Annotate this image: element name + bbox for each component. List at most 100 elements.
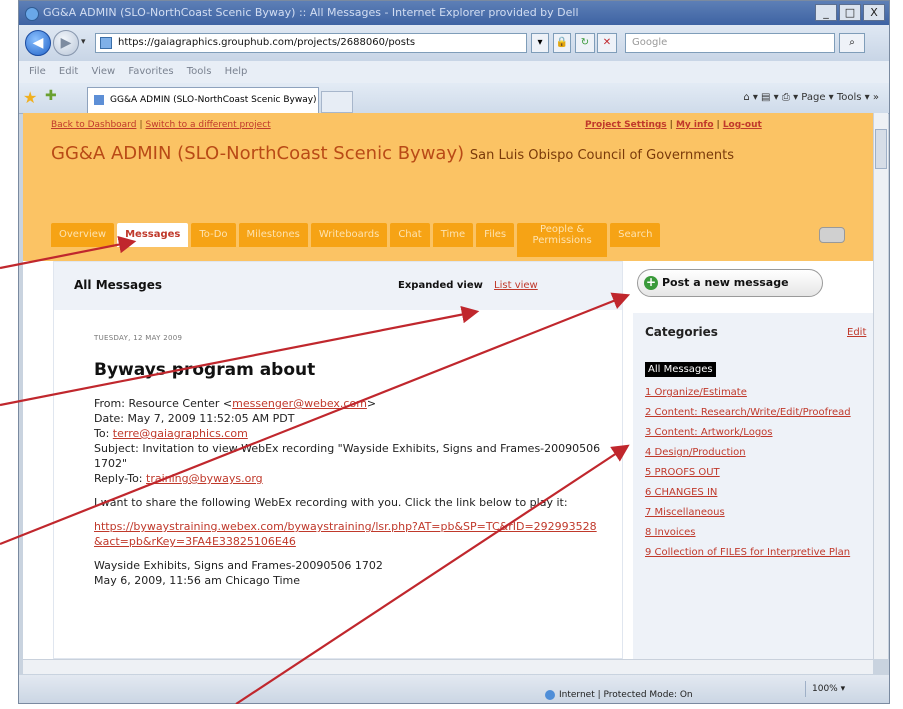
my-info-link[interactable]: My info (676, 120, 714, 130)
minimize-button[interactable]: _ (815, 4, 837, 21)
close-button[interactable]: X (863, 4, 885, 21)
reply-email-link[interactable]: training@byways.org (146, 472, 263, 485)
tab-writeboards[interactable]: Writeboards (310, 223, 388, 247)
tab-search[interactable]: Search (610, 223, 661, 247)
category-item[interactable]: 2 Content: Research/Write/Edit/Proofread (645, 406, 867, 419)
list-view-link[interactable]: List view (494, 280, 538, 291)
title-bar: GG&A ADMIN (SLO-NorthCoast Scenic Byway)… (19, 1, 889, 25)
maximize-button[interactable]: □ (839, 4, 861, 21)
forward-button[interactable]: ▶ (53, 30, 79, 56)
menu-favorites[interactable]: Favorites (128, 66, 173, 77)
plus-icon: + (644, 275, 658, 290)
favorites-star-icon[interactable]: ★ (23, 88, 37, 107)
menu-tools[interactable]: Tools (187, 66, 212, 77)
category-item[interactable]: 1 Organize/Estimate (645, 386, 867, 399)
page-title: All Messages (74, 278, 163, 292)
to-line: To: terre@gaiagraphics.com (94, 426, 604, 441)
search-input[interactable]: Google (625, 33, 835, 53)
category-item[interactable]: 7 Miscellaneous (645, 506, 867, 519)
security-zone-label: Internet | Protected Mode: On (559, 690, 693, 700)
window-title: GG&A ADMIN (SLO-NorthCoast Scenic Byway)… (43, 6, 579, 19)
tab-milestones[interactable]: Milestones (238, 223, 308, 247)
project-header: Back to Dashboard | Switch to a different … (23, 113, 873, 261)
from-line: From: Resource Center <messenger@webex.c… (94, 396, 604, 411)
category-item[interactable]: 8 Invoices (645, 526, 867, 539)
project-settings-link[interactable]: Project Settings (585, 120, 667, 130)
favorites-bar: ★ ✚ GG&A ADMIN (SLO-NorthCoast Scenic By… (19, 83, 889, 114)
address-dropdown-icon[interactable]: ▾ (531, 33, 549, 53)
back-button[interactable]: ◀ (25, 30, 51, 56)
tab-time[interactable]: Time (432, 223, 474, 247)
zoom-control[interactable]: 100% ▾ (805, 681, 845, 697)
message-date: TUESDAY, 12 MAY 2009 (94, 334, 183, 342)
menu-file[interactable]: File (29, 66, 46, 77)
printer-icon[interactable] (819, 227, 845, 243)
vertical-scrollbar[interactable] (873, 113, 888, 659)
search-placeholder: Google (632, 37, 668, 48)
back-to-dashboard-link[interactable]: Back to Dashboard (51, 120, 136, 130)
page-icon (100, 37, 112, 49)
category-item[interactable]: 4 Design/Production (645, 446, 867, 459)
top-links-right: Project Settings | My info | Log-out (585, 120, 762, 130)
category-item[interactable]: 5 PROOFS OUT (645, 466, 867, 479)
message-body: From: Resource Center <messenger@webex.c… (94, 396, 604, 588)
date-line: Date: May 7, 2009 11:52:05 AM PDT (94, 412, 295, 425)
categories-heading: Categories (645, 325, 718, 339)
feeds-icon[interactable]: ▤ ▾ (761, 92, 779, 103)
category-item[interactable]: 6 CHANGES IN (645, 486, 867, 499)
tab-todo[interactable]: To-Do (191, 223, 236, 247)
recording-time: May 6, 2009, 11:56 am Chicago Time (94, 574, 300, 587)
top-links-left: Back to Dashboard | Switch to a different … (51, 120, 271, 130)
address-bar[interactable]: https://gaiagraphics.grouphub.com/projec… (95, 33, 527, 53)
home-icon[interactable]: ⌂ ▾ (743, 92, 758, 103)
tab-chat[interactable]: Chat (390, 223, 430, 247)
history-dropdown-icon[interactable]: ▾ (81, 37, 86, 47)
from-email-link[interactable]: messenger@webex.com (232, 397, 367, 410)
logout-link[interactable]: Log-out (723, 120, 762, 130)
search-icon[interactable]: ⌕ (839, 33, 865, 53)
menu-help[interactable]: Help (225, 66, 248, 77)
project-title: GG&A ADMIN (SLO-NorthCoast Scenic Byway)… (51, 141, 851, 169)
print-icon[interactable]: ⎙ ▾ (782, 92, 798, 103)
category-item[interactable]: 3 Content: Artwork/Logos (645, 426, 867, 439)
switch-project-link[interactable]: Switch to a different project (145, 120, 270, 130)
menu-view[interactable]: View (91, 66, 115, 77)
command-bar[interactable]: ⌂ ▾ ▤ ▾ ⎙ ▾ Page ▾ Tools ▾ » (743, 92, 879, 103)
browser-tab[interactable]: GG&A ADMIN (SLO-NorthCoast Scenic Byway)… (87, 87, 319, 113)
security-zone[interactable]: Internet | Protected Mode: On (545, 681, 693, 709)
category-list: All Messages 1 Organize/Estimate 2 Conte… (645, 357, 867, 566)
add-favorites-icon[interactable]: ✚ (45, 88, 57, 104)
new-tab-button[interactable] (321, 91, 353, 113)
project-client: San Luis Obispo Council of Governments (469, 148, 734, 163)
navigation-bar: ◀ ▶ ▾ https://gaiagraphics.grouphub.com/… (19, 25, 889, 61)
post-message-button[interactable]: + Post a new message (637, 269, 823, 297)
view-options: Expanded view List view (398, 280, 538, 291)
categories-edit-link[interactable]: Edit (847, 327, 866, 338)
lock-icon[interactable]: 🔒 (553, 33, 571, 53)
page-tools-menu[interactable]: Page ▾ Tools ▾ (801, 92, 869, 103)
window-controls: _ □ X (815, 4, 885, 21)
menu-edit[interactable]: Edit (59, 66, 78, 77)
recording-link[interactable]: https://bywaystraining.webex.com/bywayst… (94, 519, 604, 549)
horizontal-scrollbar[interactable] (23, 659, 873, 674)
globe-icon (545, 689, 555, 700)
tab-files[interactable]: Files (476, 223, 515, 247)
message-title[interactable]: Byways program about (94, 360, 315, 380)
category-item[interactable]: 9 Collection of FILES for Interpretive P… (645, 546, 867, 559)
categories-panel: Categories Edit All Messages 1 Organize/… (633, 313, 873, 659)
refresh-icon[interactable]: ↻ (575, 33, 595, 53)
to-email-link[interactable]: terre@gaiagraphics.com (113, 427, 248, 440)
to-prefix: To: (94, 427, 113, 440)
scroll-thumb[interactable] (875, 129, 887, 169)
browser-window: GG&A ADMIN (SLO-NorthCoast Scenic Byway)… (18, 0, 890, 704)
project-name: GG&A ADMIN (SLO-NorthCoast Scenic Byway) (51, 143, 465, 164)
tab-people-permissions[interactable]: People & Permissions (517, 223, 608, 257)
sidebar: + Post a new message Categories Edit All… (633, 261, 873, 659)
page-viewport: Back to Dashboard | Switch to a different … (23, 113, 873, 659)
from-suffix: > (366, 397, 377, 410)
stop-icon[interactable]: ✕ (597, 33, 617, 53)
category-all-messages[interactable]: All Messages (645, 362, 716, 377)
tab-messages[interactable]: Messages (117, 223, 189, 247)
tab-overview[interactable]: Overview (51, 223, 115, 247)
messages-header: All Messages Expanded view List view (54, 262, 622, 310)
